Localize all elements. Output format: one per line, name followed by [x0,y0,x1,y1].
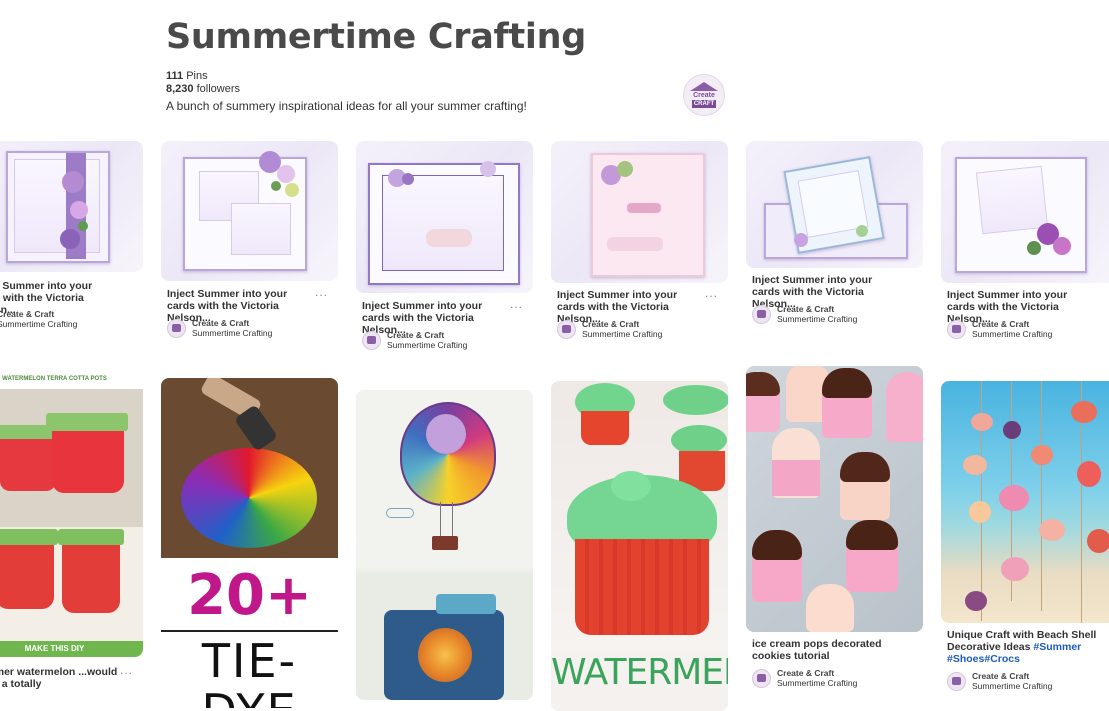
board-stats: 111 Pins 8,230 followers [166,70,726,96]
owner-avatar [167,318,186,338]
pin-image[interactable]: 20+ TIE-DYE [161,378,338,708]
owner-avatar [752,668,771,688]
owner-board: Summertime Crafting [387,340,468,350]
house-icon [690,82,718,91]
owner-board: Summertime Crafting [777,314,858,324]
pin-image[interactable] [0,141,143,272]
owner-board: Summertime Crafting [0,319,78,329]
pin-image[interactable]: WATERMELON TERRA COTTA POTS MAKE THIS DI… [0,369,143,657]
pin-owner[interactable]: Create & Craft Summertime Crafting [0,309,77,329]
pin-image[interactable] [746,366,923,632]
owner-avatar [362,330,381,350]
pins-count[interactable]: 111 Pins [166,70,726,83]
pin-owner[interactable]: Create & Craft Summertime Crafting [752,304,857,324]
owner-name: Create & Craft [972,671,1030,681]
pin-caption[interactable]: Unique Craft with Beach Shell Decorative… [947,629,1107,665]
pin-owner[interactable]: Create & Craft Summertime Crafting [947,319,1052,339]
pin-image[interactable] [941,141,1109,283]
logo-text-craft: CRAFT [691,100,717,108]
pin-image-text: WATERMELON [551,652,728,693]
pin-image-footer: MAKE THIS DIY [0,641,143,657]
pin-image[interactable] [941,381,1109,623]
pin-image[interactable]: WATERMELON [551,381,728,711]
board-description: A bunch of summery inspirational ideas f… [166,99,527,113]
owner-name: Create & Craft [582,319,640,329]
owner-name: Create & Craft [972,319,1030,329]
pin-image-text-2: TIE-DYE [201,634,298,708]
owner-board: Summertime Crafting [972,329,1053,339]
pin-owner[interactable]: Create & Craft Summertime Crafting [752,668,857,688]
more-options-icon[interactable]: ... [705,286,718,300]
more-options-icon[interactable]: ... [315,285,328,299]
board-header: Summertime Crafting 111 Pins 8,230 follo… [166,14,726,113]
owner-avatar [752,304,771,324]
pin-image[interactable] [356,390,533,700]
board-owner-avatar[interactable]: Create CRAFT [683,74,725,116]
more-options-icon[interactable]: ... [510,297,523,311]
pin-owner[interactable]: Create & Craft Summertime Crafting [167,318,272,338]
owner-name: Create & Craft [387,330,445,340]
pin-image[interactable] [161,141,338,281]
owner-name: Create & Craft [0,309,55,319]
hashtag-shoes[interactable]: #Shoes [947,653,984,665]
pin-owner[interactable]: Create & Craft Summertime Crafting [362,330,467,350]
board-title: Summertime Crafting [166,17,586,57]
owner-board: Summertime Crafting [972,681,1053,691]
pin-caption[interactable]: Summer watermelon ...would make a totall… [0,666,122,690]
logo-text-create: Create [693,92,715,99]
pin-image-header: WATERMELON TERRA COTTA POTS [0,369,143,389]
owner-avatar [947,319,966,339]
owner-board: Summertime Crafting [582,329,663,339]
pin-owner[interactable]: Create & Craft Summertime Crafting [557,319,662,339]
owner-name: Create & Craft [777,668,835,678]
owner-avatar [557,319,576,339]
pin-owner[interactable]: Create & Craft Summertime Crafting [947,671,1052,691]
owner-board: Summertime Crafting [192,328,273,338]
followers-count[interactable]: 8,230 followers [166,83,726,96]
pin-image[interactable] [356,141,533,293]
pin-image-text: 20+ [187,563,312,628]
owner-name: Create & Craft [192,318,250,328]
hashtag-crocs[interactable]: #Crocs [984,653,1020,665]
pin-caption[interactable]: ice cream pops decorated cookies tutoria… [752,638,902,662]
more-options-icon[interactable]: ... [120,663,133,677]
pin-image[interactable] [746,141,923,268]
hashtag-summer[interactable]: #Summer [1033,641,1081,653]
owner-avatar [947,671,966,691]
owner-board: Summertime Crafting [777,678,858,688]
owner-name: Create & Craft [777,304,835,314]
pin-image[interactable] [551,141,728,283]
